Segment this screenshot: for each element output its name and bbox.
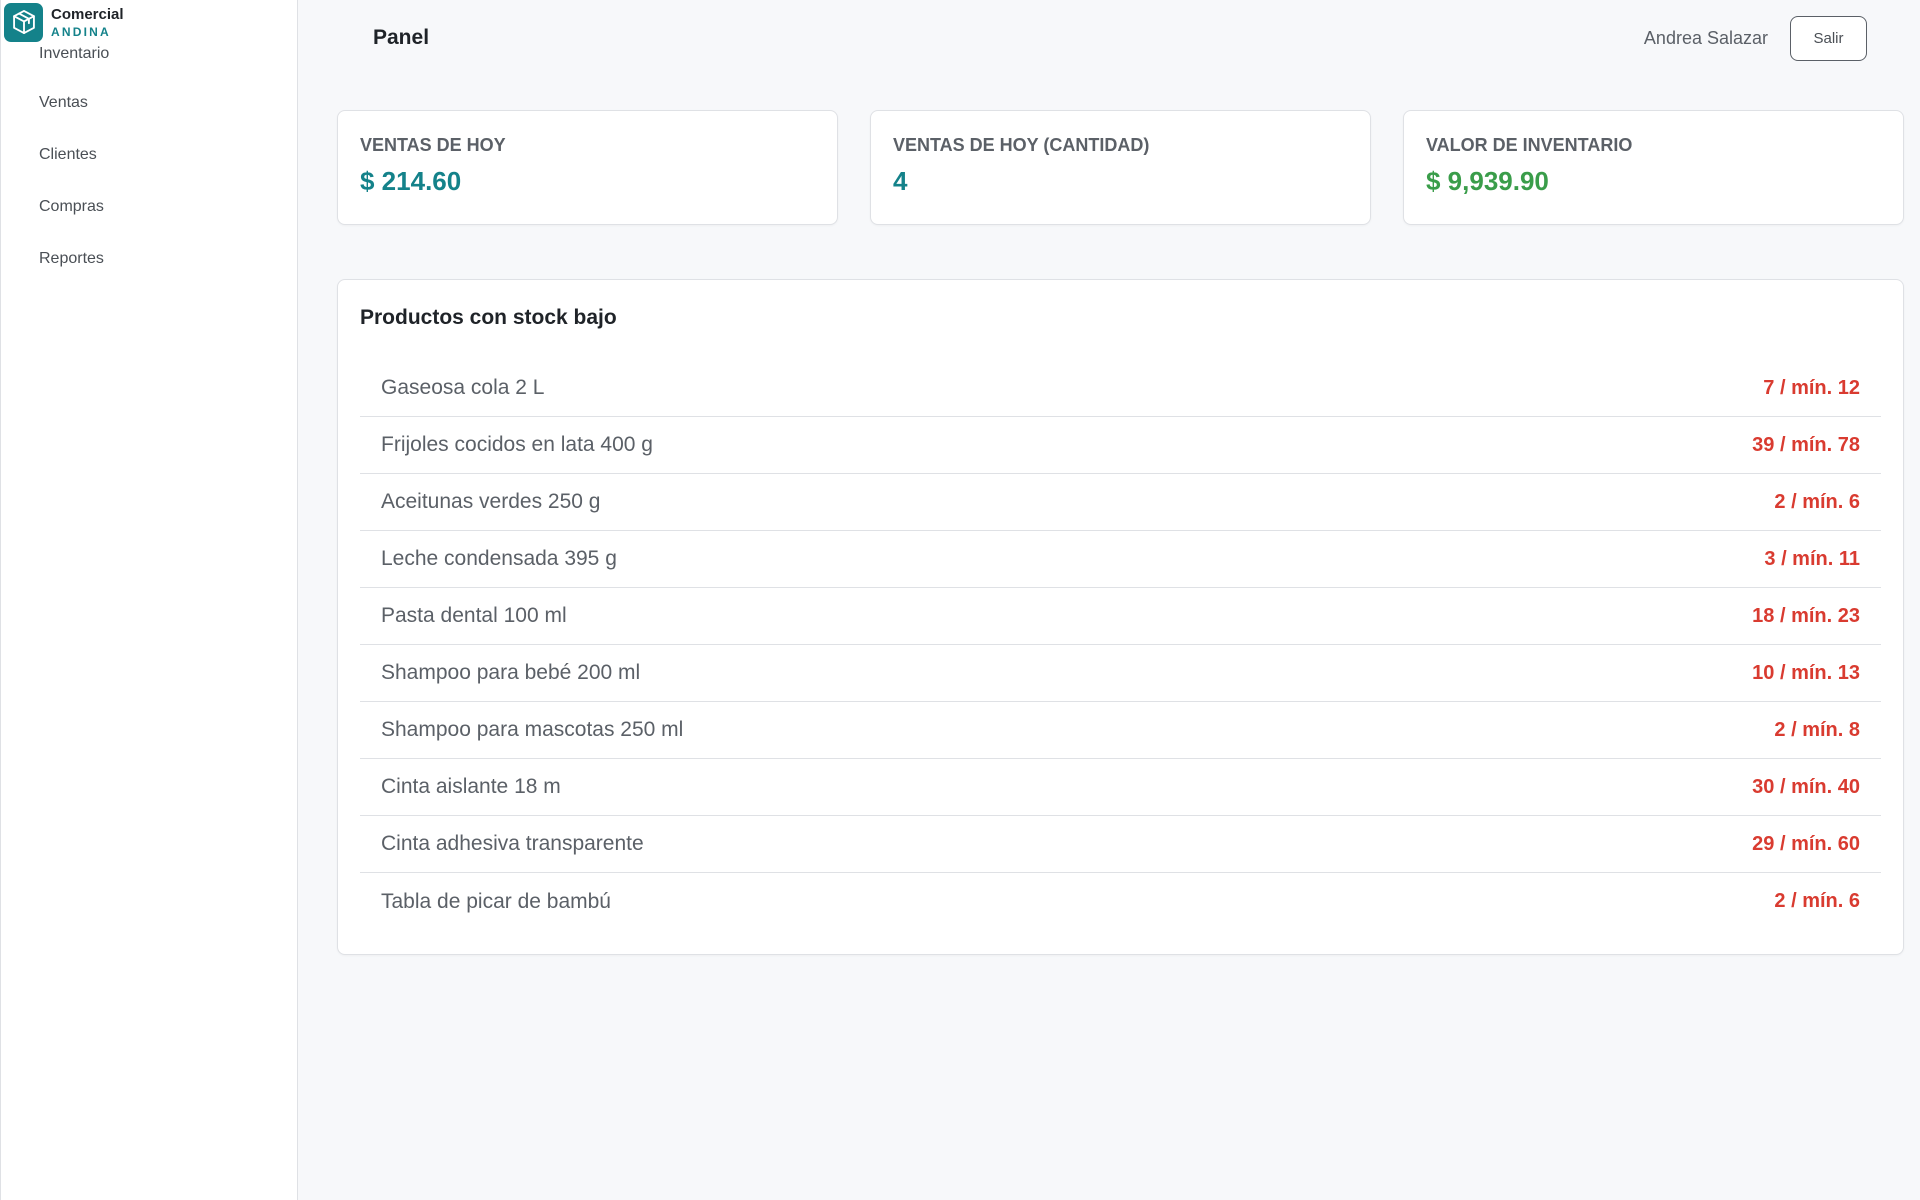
- sidebar-item-compras[interactable]: Compras: [1, 181, 297, 233]
- stock-quantity: 3 / mín. 11: [1764, 547, 1860, 570]
- panel-title: Productos con stock bajo: [360, 306, 617, 329]
- topbar: Panel Andrea Salazar Salir: [299, 0, 1920, 76]
- list-item[interactable]: Shampoo para bebé 200 ml 10 / mín. 13: [360, 645, 1881, 702]
- product-name: Shampoo para mascotas 250 ml: [381, 718, 684, 741]
- box-icon: [4, 2, 43, 42]
- stat-card-inventory-value: VALOR DE INVENTARIO $ 9,939.90: [1403, 110, 1904, 225]
- list-item[interactable]: Cinta aislante 18 m 30 / mín. 40: [360, 759, 1881, 816]
- low-stock-list: Gaseosa cola 2 L 7 / mín. 12 Frijoles co…: [360, 360, 1881, 930]
- sidebar-nav: Inventario Ventas Clientes Compras Repor…: [1, 39, 297, 285]
- stock-quantity: 18 / mín. 23: [1752, 604, 1860, 627]
- stat-value: $ 214.60: [360, 166, 462, 196]
- list-item[interactable]: Gaseosa cola 2 L 7 / mín. 12: [360, 360, 1881, 417]
- stock-quantity: 29 / mín. 60: [1752, 832, 1860, 855]
- list-item[interactable]: Frijoles cocidos en lata 400 g 39 / mín.…: [360, 417, 1881, 474]
- stock-quantity: 2 / mín. 6: [1774, 490, 1860, 513]
- main-content: Panel Andrea Salazar Salir VENTAS DE HOY…: [299, 0, 1920, 1200]
- low-stock-panel: Productos con stock bajo Gaseosa cola 2 …: [337, 279, 1904, 955]
- product-name: Gaseosa cola 2 L: [381, 376, 545, 399]
- stock-quantity: 30 / mín. 40: [1752, 775, 1860, 798]
- list-item[interactable]: Pasta dental 100 ml 18 / mín. 23: [360, 588, 1881, 645]
- product-name: Tabla de picar de bambú: [381, 889, 611, 913]
- stat-value: 4: [893, 166, 908, 196]
- user-name: Andrea Salazar: [1643, 28, 1768, 48]
- page-title: Panel: [373, 26, 430, 49]
- stat-label: VENTAS DE HOY (CANTIDAD): [893, 135, 1150, 155]
- product-name: Frijoles cocidos en lata 400 g: [381, 433, 653, 456]
- stat-label: VENTAS DE HOY: [360, 135, 506, 155]
- product-name: Leche condensada 395 g: [381, 547, 617, 570]
- stat-card-sales-today: VENTAS DE HOY $ 214.60: [337, 110, 838, 225]
- stock-quantity: 2 / mín. 6: [1774, 890, 1860, 912]
- stock-quantity: 39 / mín. 78: [1752, 433, 1860, 456]
- stats-row: VENTAS DE HOY $ 214.60 VENTAS DE HOY (CA…: [337, 110, 1904, 225]
- stock-quantity: 2 / mín. 8: [1774, 718, 1860, 741]
- sidebar-item-ventas[interactable]: Ventas: [1, 77, 297, 129]
- sidebar-item-reportes[interactable]: Reportes: [1, 233, 297, 285]
- brand-name: Comercial: [51, 5, 124, 23]
- list-item[interactable]: Cinta adhesiva transparente 29 / mín. 60: [360, 816, 1881, 873]
- sidebar-item-inventario[interactable]: Inventario: [1, 39, 297, 77]
- product-name: Cinta aislante 18 m: [381, 775, 561, 798]
- sidebar-item-clientes[interactable]: Clientes: [1, 129, 297, 181]
- sidebar: Comercial ANDINA Inventario Ventas Clien…: [0, 0, 298, 1200]
- product-name: Pasta dental 100 ml: [381, 604, 567, 627]
- list-item[interactable]: Leche condensada 395 g 3 / mín. 11: [360, 531, 1881, 588]
- brand[interactable]: Comercial ANDINA: [1, 0, 297, 44]
- stock-quantity: 7 / mín. 12: [1763, 376, 1860, 399]
- product-name: Cinta adhesiva transparente: [381, 832, 644, 855]
- stock-quantity: 10 / mín. 13: [1752, 661, 1860, 684]
- product-name: Aceitunas verdes 250 g: [381, 490, 601, 513]
- list-item[interactable]: Tabla de picar de bambú 2 / mín. 6: [360, 873, 1881, 930]
- stat-card-sales-count: VENTAS DE HOY (CANTIDAD) 4: [870, 110, 1371, 225]
- logout-button[interactable]: Salir: [1790, 16, 1867, 61]
- list-item[interactable]: Shampoo para mascotas 250 ml 2 / mín. 8: [360, 702, 1881, 759]
- brand-subtitle: ANDINA: [51, 24, 111, 39]
- product-name: Shampoo para bebé 200 ml: [381, 661, 641, 684]
- list-item[interactable]: Aceitunas verdes 250 g 2 / mín. 6: [360, 474, 1881, 531]
- stat-value: $ 9,939.90: [1426, 166, 1549, 196]
- stat-label: VALOR DE INVENTARIO: [1426, 135, 1633, 155]
